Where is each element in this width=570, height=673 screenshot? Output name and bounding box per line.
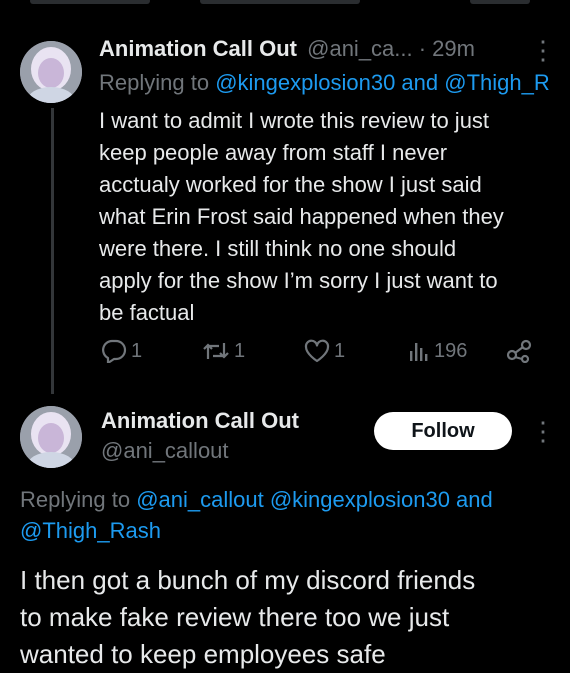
more-options-icon[interactable]: ⋮: [530, 37, 556, 63]
thread-connector-line: [51, 108, 54, 394]
reply-icon: [101, 339, 127, 363]
like-button[interactable]: 1: [304, 339, 345, 363]
avatar[interactable]: [20, 406, 82, 468]
tweet-text-line: to make fake review there too we just: [20, 602, 450, 632]
previous-tweet-clipped: [0, 0, 570, 10]
retweet-icon: [202, 339, 230, 363]
avatar[interactable]: [20, 41, 82, 103]
share-nodes-icon: [506, 339, 532, 363]
replying-to-handles[interactable]: @ani_callout @kingexplosion30: [136, 487, 450, 512]
views-count: 196: [434, 339, 468, 362]
tweet-text-line: be factual: [99, 300, 195, 325]
views-bar-chart-icon: [408, 339, 430, 363]
tweet2-body: I then got a bunch of my discord friends…: [20, 562, 475, 673]
replying-to-and: and: [449, 487, 493, 512]
replying-to: Replying to @kingexplosion30 and @Thigh_…: [99, 70, 550, 96]
views-button[interactable]: 196: [408, 339, 467, 363]
tweet-text-line: I then got a bunch of my discord friends: [20, 565, 476, 595]
reply-button[interactable]: 1: [101, 339, 142, 363]
handle[interactable]: @ani_callout: [101, 438, 229, 464]
tweet-text-line: wanted to keep employees safe: [20, 639, 386, 669]
replying-to-handles[interactable]: @kingexplosion30 and @Thigh_R: [215, 70, 550, 95]
retweet-button[interactable]: 1: [202, 339, 245, 363]
replying-to-label: Replying to: [20, 487, 137, 512]
replying-to: Replying to @ani_callout @kingexplosion3…: [20, 487, 493, 513]
tweet1-header: Animation Call Out @ani_ca... · 29m: [99, 36, 475, 62]
follow-button[interactable]: Follow: [374, 412, 512, 450]
tweet1-body: I want to admit I wrote this review to j…: [99, 105, 504, 329]
handle-and-time[interactable]: @ani_ca... · 29m: [307, 36, 475, 61]
replying-to-handle-2[interactable]: @Thigh_Rash: [20, 518, 161, 544]
display-name[interactable]: Animation Call Out: [101, 408, 299, 434]
like-count: 1: [334, 339, 346, 362]
heart-icon: [304, 339, 330, 363]
display-name[interactable]: Animation Call Out: [99, 36, 297, 61]
more-options-icon[interactable]: ⋮: [530, 418, 556, 444]
retweet-count: 1: [234, 339, 246, 362]
tweet-text-line: were there. I still think no one should: [99, 236, 457, 261]
tweet-text-line: acctualy worked for the show I just said: [99, 172, 482, 197]
tweet-text-line: apply for the show I’m sorry I just want…: [99, 268, 498, 293]
reply-count: 1: [131, 339, 143, 362]
share-button[interactable]: [506, 339, 536, 363]
replying-to-label: Replying to: [99, 70, 216, 95]
tweet-text-line: what Erin Frost said happened when they: [99, 204, 504, 229]
tweet-text-line: I want to admit I wrote this review to j…: [99, 108, 490, 133]
tweet-text-line: keep people away from staff I never: [99, 140, 448, 165]
